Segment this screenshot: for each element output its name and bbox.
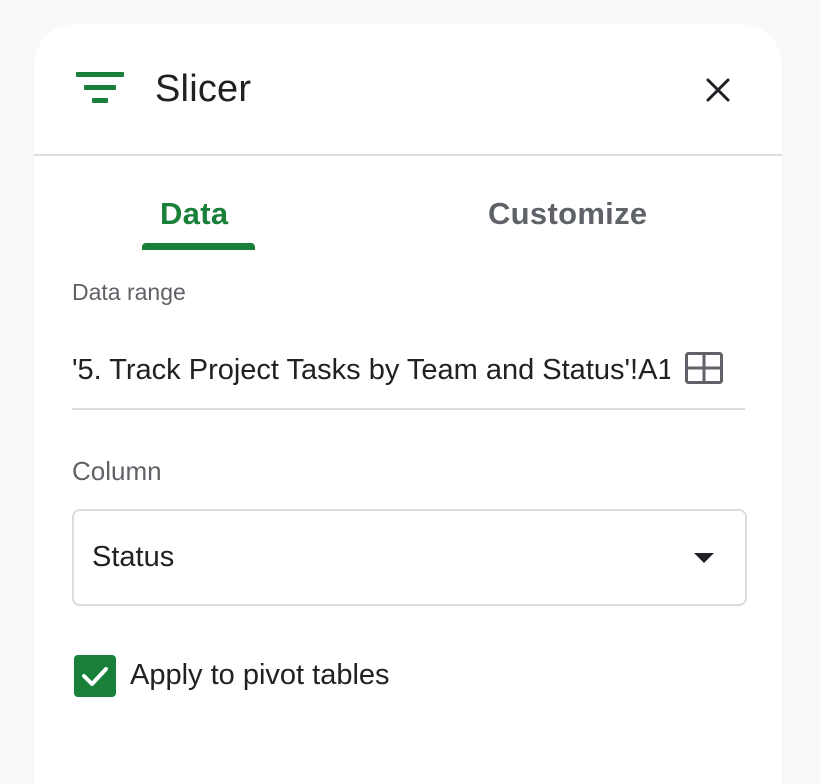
apply-to-pivot-row: Apply to pivot tables (74, 655, 494, 699)
close-icon (706, 78, 730, 102)
panel-header: Slicer (34, 24, 782, 156)
column-label: Column (72, 456, 162, 486)
select-range-grid-icon[interactable] (685, 352, 723, 384)
data-range-label: Data range (72, 279, 186, 305)
column-select[interactable]: Status (72, 509, 747, 606)
apply-to-pivot-checkbox[interactable] (74, 655, 116, 697)
tab-bar: Data Customize (34, 156, 782, 250)
data-range-input[interactable]: '5. Track Project Tasks by Team and Stat… (72, 352, 670, 388)
checkmark-icon (82, 667, 108, 686)
active-tab-indicator (142, 243, 255, 250)
tab-customize[interactable]: Customize (488, 196, 647, 232)
tab-data[interactable]: Data (160, 196, 228, 232)
slicer-panel: Slicer Data Customize Data range '5. Tra… (34, 24, 782, 784)
column-selected-value: Status (92, 541, 175, 573)
dropdown-caret-icon (694, 553, 714, 563)
filter-list-icon (76, 72, 124, 103)
panel-title: Slicer (155, 68, 252, 110)
apply-to-pivot-label[interactable]: Apply to pivot tables (130, 657, 390, 693)
close-button[interactable] (696, 68, 740, 112)
data-range-field[interactable]: '5. Track Project Tasks by Team and Stat… (72, 342, 745, 410)
